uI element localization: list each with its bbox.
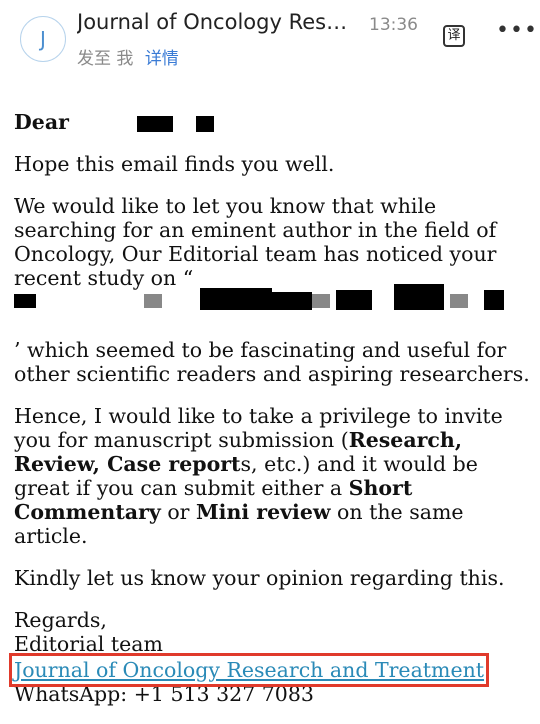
journal-link[interactable]: Journal of Oncology Research and Treatme…	[8, 653, 490, 687]
email-body: Dear Hope this email finds you well. We …	[8, 110, 530, 706]
invite-mini-review: Mini review	[195, 500, 331, 524]
timestamp: 13:36	[369, 15, 418, 35]
invite-text-d: or	[160, 500, 196, 524]
more-options-icon[interactable]: •••	[496, 20, 537, 48]
recipient-line: 发至 我 详情	[77, 44, 179, 69]
paragraph-opinion: Kindly let us know your opinion regardin…	[14, 566, 505, 590]
details-link[interactable]: 详情	[145, 49, 179, 69]
signature-regards: Regards,	[14, 608, 107, 632]
intro-line: Hope this email finds you well.	[14, 152, 335, 176]
redacted-study-title	[14, 284, 530, 338]
paragraph-study: We would like to let you know that while…	[14, 194, 530, 290]
signature-team: Editorial team	[14, 632, 163, 656]
paragraph-study-tail-text: ’ which seemed to be fascinating and use…	[14, 338, 530, 386]
translate-icon[interactable]: 译	[443, 25, 465, 47]
greeting: Dear	[14, 110, 69, 134]
sender-name[interactable]: Journal of Oncology Research and Treatme…	[77, 10, 357, 34]
paragraph-study-text: We would like to let you know that while…	[14, 194, 497, 290]
recipient-label: 发至 我	[77, 49, 134, 69]
signature: Regards, Editorial team Journal of Oncol…	[8, 608, 530, 706]
email-header: J Journal of Oncology Research and Treat…	[0, 0, 540, 80]
whatsapp-contact: WhatsApp: +1 513 327 7083	[14, 682, 314, 706]
redacted-name-block	[195, 115, 214, 132]
sender-avatar[interactable]: J	[20, 16, 66, 62]
greeting-line: Dear	[14, 110, 530, 134]
paragraph-invite: Hence, I would like to take a privilege …	[14, 404, 530, 548]
redacted-name-block	[137, 115, 174, 132]
paragraph-study-tail: ’ which seemed to be fascinating and use…	[14, 338, 530, 386]
